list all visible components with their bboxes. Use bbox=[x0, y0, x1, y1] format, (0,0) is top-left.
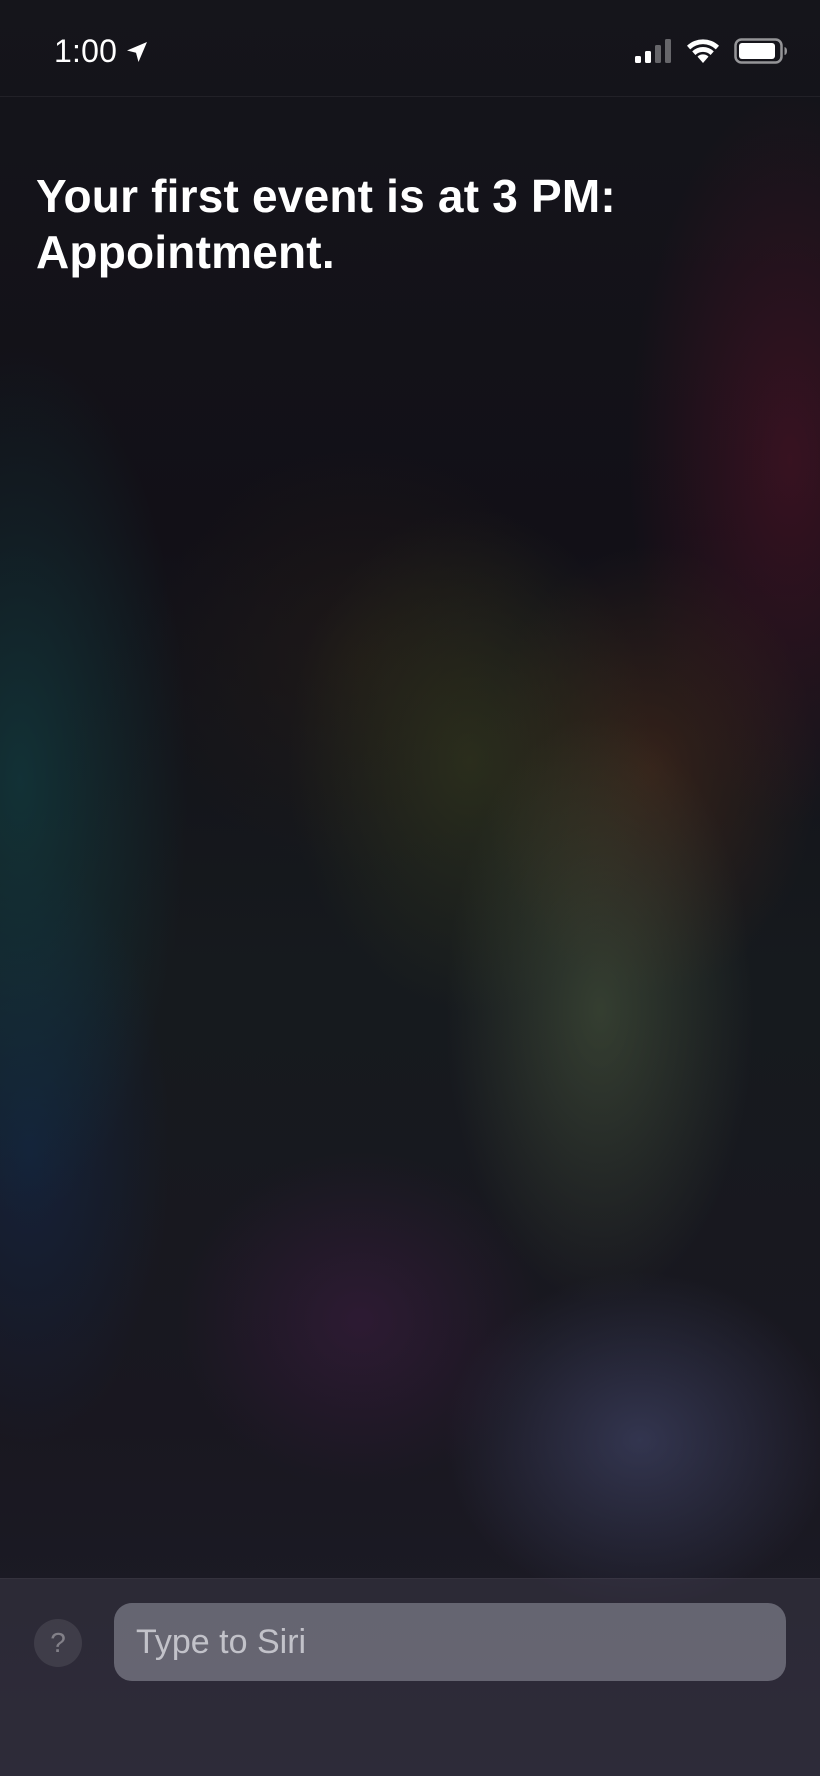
cellular-signal-icon bbox=[635, 39, 671, 63]
siri-response-line: Appointment. bbox=[36, 226, 335, 278]
help-button[interactable]: ? bbox=[34, 1619, 82, 1667]
battery-icon bbox=[734, 38, 787, 64]
status-bar: 1:00 bbox=[0, 0, 820, 97]
location-arrow-icon bbox=[127, 42, 148, 62]
type-to-siri-input[interactable] bbox=[114, 1603, 786, 1681]
status-time: 1:00 bbox=[54, 32, 118, 69]
status-indicators bbox=[634, 34, 788, 68]
siri-screen: 1:00 Your first event is at 3 PM: Appoin… bbox=[0, 0, 820, 1776]
siri-response-text: Your first event is at 3 PM: Appointment… bbox=[36, 168, 776, 280]
siri-response-line: Your first event is at 3 PM: bbox=[36, 170, 616, 222]
status-time-group: 1:00 bbox=[54, 28, 149, 74]
question-mark-icon: ? bbox=[50, 1627, 66, 1658]
siri-input-bar: ? bbox=[0, 1578, 820, 1776]
wifi-icon bbox=[687, 39, 719, 63]
